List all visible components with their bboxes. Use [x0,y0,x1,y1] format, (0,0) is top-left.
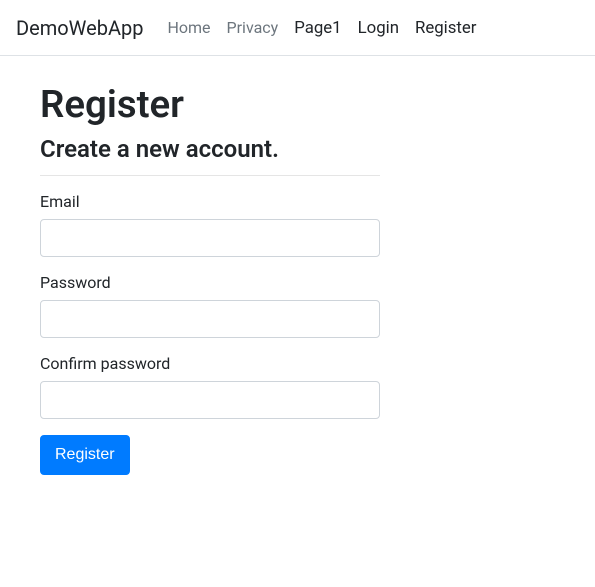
navbar-brand[interactable]: DemoWebApp [16,11,143,45]
divider [40,175,380,176]
form-group-confirm-password: Confirm password [40,354,555,419]
register-form: Email Password Confirm password Register [40,192,555,475]
nav-link-login[interactable]: Login [350,10,407,46]
confirm-password-field[interactable] [40,381,380,419]
form-group-password: Password [40,273,555,338]
nav-link-home[interactable]: Home [159,10,218,45]
navbar: DemoWebApp Home Privacy Page1 Login Regi… [0,0,595,56]
form-group-email: Email [40,192,555,257]
page-title: Register [40,82,555,127]
nav-link-privacy[interactable]: Privacy [219,10,287,45]
nav-link-register[interactable]: Register [407,10,484,46]
password-label: Password [40,273,555,292]
password-field[interactable] [40,300,380,338]
email-label: Email [40,192,555,211]
confirm-password-label: Confirm password [40,354,555,373]
page-subtitle: Create a new account. [40,135,555,163]
email-field[interactable] [40,219,380,257]
nav-link-page1[interactable]: Page1 [286,10,349,46]
main-container: Register Create a new account. Email Pas… [0,56,595,491]
register-button[interactable]: Register [40,435,130,475]
